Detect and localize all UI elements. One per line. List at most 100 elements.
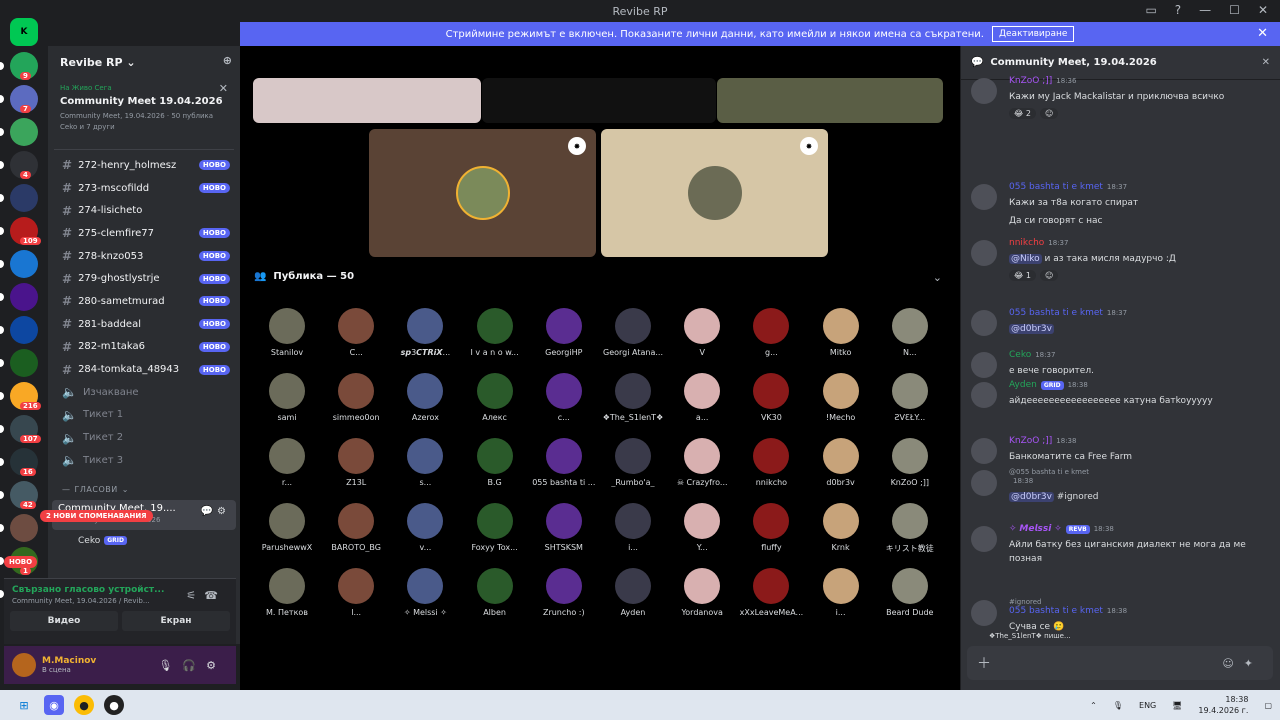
- audience-member[interactable]: Stanilov: [254, 308, 320, 357]
- audience-member[interactable]: Z13L: [323, 438, 389, 487]
- channel-item[interactable]: #274-lisicheto: [48, 199, 240, 222]
- chrome-icon[interactable]: ●: [74, 695, 94, 715]
- screen-share-button[interactable]: Екран: [122, 611, 230, 631]
- message-avatar[interactable]: [971, 78, 997, 104]
- audience-member[interactable]: c...: [531, 373, 597, 422]
- audience-member[interactable]: Foxyy Tox...: [462, 503, 528, 552]
- speaker-tile[interactable]: [253, 78, 481, 123]
- message-author[interactable]: Ceko: [1009, 350, 1031, 360]
- chat-message[interactable]: nnikcho 18:37 @Niko и аз така мисля мадурч…: [971, 238, 1271, 281]
- audience-member[interactable]: d0br3v: [808, 438, 874, 487]
- audience-member[interactable]: キリスト教徒: [877, 503, 943, 554]
- voice-channel-actions[interactable]: 💬⚙: [201, 506, 230, 517]
- message-input[interactable]: ＋ ☺✦: [967, 646, 1273, 680]
- help-icon[interactable]: ?: [1175, 3, 1181, 17]
- mentions-badge[interactable]: 2 НОВИ СПОМЕНАВАНИЯ: [40, 510, 153, 522]
- audience-member[interactable]: Beard Dude: [877, 568, 943, 617]
- message-avatar[interactable]: [971, 352, 997, 378]
- audience-member[interactable]: M. Петков: [254, 568, 320, 617]
- server-icon[interactable]: [10, 118, 38, 146]
- chat-message[interactable]: 055 bashta ti e kmet 18:37 Кажи за т8а ког…: [971, 182, 1271, 228]
- disconnect-icon[interactable]: ⚟☎: [186, 589, 226, 602]
- voice-channel-item[interactable]: 🔈 Изчакване: [48, 381, 240, 404]
- video-button[interactable]: Видео: [10, 611, 118, 631]
- voice-channel-item[interactable]: 🔈 Тикет 3: [48, 449, 240, 472]
- home-logo[interactable]: K: [10, 18, 38, 46]
- message-avatar[interactable]: [971, 310, 997, 336]
- new-badge[interactable]: НОВО: [4, 556, 38, 568]
- chat-message[interactable]: 055 bashta ti e kmet 18:37 @d0br3v: [971, 308, 1271, 336]
- audience-member[interactable]: VK30: [738, 373, 804, 422]
- server-icon[interactable]: [10, 184, 38, 212]
- chat-message[interactable]: Ceko 18:37 е вече говорител.: [971, 350, 1271, 378]
- audience-member[interactable]: 055 bashta ti ...: [531, 438, 597, 487]
- message-avatar[interactable]: [971, 526, 997, 552]
- channel-item[interactable]: #273-mscofildd НОВО: [48, 177, 240, 200]
- audience-member[interactable]: i...: [600, 503, 666, 552]
- channel-item[interactable]: #280-sametmurad НОВО: [48, 290, 240, 313]
- voice-channel-item[interactable]: 🔈 Тикет 1: [48, 404, 240, 427]
- audience-member[interactable]: Georgi Atana...: [600, 308, 666, 357]
- message-author[interactable]: 055 bashta ti e kmet: [1009, 182, 1103, 192]
- chat-message[interactable]: Ayden GRID 18:38 айдеееееееееееееееее катун…: [971, 380, 1271, 408]
- message-avatar[interactable]: [971, 470, 997, 496]
- channel-item[interactable]: #278-knzo053 НОВО: [48, 245, 240, 268]
- inbox-icon[interactable]: ▭: [1145, 3, 1156, 17]
- audience-member[interactable]: ✧ Melssi ✧: [392, 568, 458, 617]
- audience-member[interactable]: !Mecho: [808, 373, 874, 422]
- clock[interactable]: 18:38 19.4.2026 г.: [1198, 694, 1248, 716]
- reply-ref[interactable]: #ignored: [1009, 598, 1271, 606]
- message-author[interactable]: Ayden: [1009, 380, 1037, 390]
- add-reaction-icon[interactable]: ☺: [1039, 270, 1059, 281]
- audience-member[interactable]: Ayden: [600, 568, 666, 617]
- tray-chevron-icon[interactable]: ⌃: [1090, 701, 1097, 710]
- audience-member[interactable]: Алекс: [462, 373, 528, 422]
- emoji-icon[interactable]: ☺✦: [1222, 657, 1263, 670]
- audience-member[interactable]: v...: [392, 503, 458, 552]
- network-icon[interactable]: 🖥: [1172, 701, 1182, 710]
- message-avatar[interactable]: [971, 438, 997, 464]
- reaction[interactable]: 😂 1: [1009, 270, 1036, 281]
- close-button[interactable]: ✕: [1258, 3, 1268, 17]
- language[interactable]: ENG: [1139, 701, 1156, 710]
- audience-member[interactable]: s...: [392, 438, 458, 487]
- audience-member[interactable]: GeorgiHP: [531, 308, 597, 357]
- chat-message[interactable]: KnZoO ;]] 18:36 Кажи му Jack Mackalistar и…: [971, 76, 1271, 119]
- discord-icon[interactable]: ◉: [44, 695, 64, 715]
- audience-member[interactable]: 𝙨𝙥3𝘾𝙏𝙍𝙞𝙓...: [392, 308, 458, 357]
- audience-member[interactable]: fluffy: [738, 503, 804, 552]
- message-author[interactable]: 055 bashta ti e kmet: [1009, 308, 1103, 318]
- speaker-tile[interactable]: [482, 78, 716, 123]
- message-avatar[interactable]: [971, 240, 997, 266]
- chat-message[interactable]: @055 bashta ti e kmet 18:38 @d0br3v #ignor…: [971, 468, 1271, 504]
- audience-member[interactable]: Y...: [669, 503, 735, 552]
- mic-icon[interactable]: 🎙: [1113, 701, 1123, 710]
- server-icon[interactable]: [10, 283, 38, 311]
- channel-item[interactable]: #275-clemfire77 НОВО: [48, 222, 240, 245]
- audience-member[interactable]: C...: [323, 308, 389, 357]
- audience-member[interactable]: Azerox: [392, 373, 458, 422]
- server-icon[interactable]: [10, 349, 38, 377]
- message-author[interactable]: KnZoO ;]]: [1009, 436, 1052, 446]
- message-author[interactable]: nnikcho: [1009, 238, 1044, 248]
- message-avatar[interactable]: [971, 600, 997, 626]
- audience-member[interactable]: Alben: [462, 568, 528, 617]
- close-live-icon[interactable]: ✕: [219, 82, 228, 95]
- live-event-card[interactable]: На Живо Сега Community Meet 19.04.2026 C…: [54, 78, 234, 150]
- audience-member[interactable]: i...: [808, 568, 874, 617]
- voice-status[interactable]: Свързано гласово устройст...: [12, 585, 164, 595]
- message-avatar[interactable]: [971, 184, 997, 210]
- channel-item[interactable]: #284-tomkata_48943 НОВО: [48, 358, 240, 381]
- maximize-button[interactable]: ☐: [1229, 3, 1240, 17]
- audience-member[interactable]: Mitko: [808, 308, 874, 357]
- audience-member[interactable]: r...: [254, 438, 320, 487]
- mention[interactable]: @d0br3v: [1009, 492, 1054, 502]
- audience-member[interactable]: nnikcho: [738, 438, 804, 487]
- audience-member[interactable]: I v a n o w...: [462, 308, 528, 357]
- channel-item[interactable]: #279-ghostlystrje НОВО: [48, 267, 240, 290]
- audience-member[interactable]: ParushewwX: [254, 503, 320, 552]
- minimize-button[interactable]: —: [1199, 3, 1211, 17]
- close-banner-icon[interactable]: ✕: [1257, 26, 1268, 41]
- audience-member[interactable]: Zruncho :): [531, 568, 597, 617]
- chevron-down-icon[interactable]: ⌄: [933, 271, 942, 284]
